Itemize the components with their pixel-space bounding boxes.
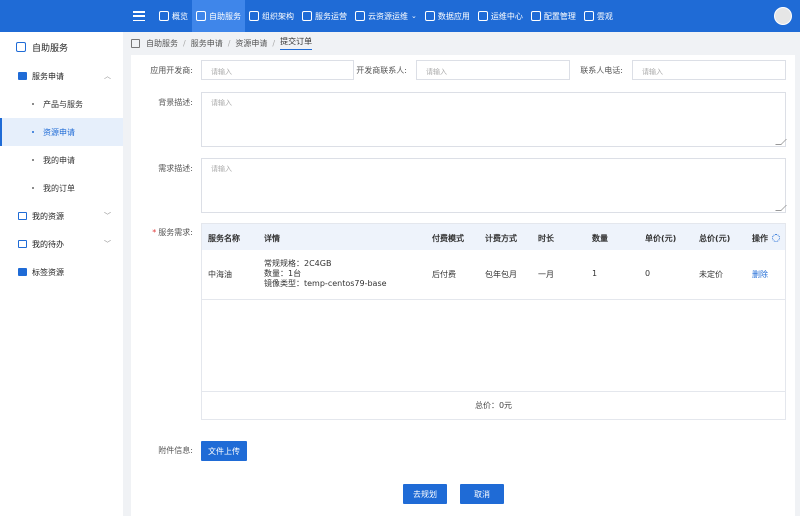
pay-mode-cell: 后付费: [432, 270, 456, 279]
sidebar-group-my-todos[interactable]: 我的待办 ﹀: [0, 230, 123, 258]
resource-icon: [18, 212, 27, 220]
billing-cell: 包年包月: [485, 270, 517, 279]
cloud-icon: [355, 11, 365, 21]
sidebar-group-my-resources[interactable]: 我的资源 ﹀: [0, 202, 123, 230]
col-header: 时长: [538, 234, 554, 243]
service-req-label: * 服务需求:: [152, 228, 193, 237]
main-nav: 概览 自助服务 组织架构 服务运营 云资源运维 ⌄ 数据应用 运维中心 配置管理 …: [155, 0, 617, 32]
app-developer-label: 应用开发商:: [150, 66, 193, 75]
sidebar-group-service-apply[interactable]: 服务申请 ︿: [0, 62, 123, 90]
nav-item-org[interactable]: 组织架构: [245, 0, 298, 32]
breadcrumb-item[interactable]: 自助服务: [146, 38, 178, 49]
chevron-down-icon: ⌄: [411, 12, 417, 20]
bullet-icon: [32, 103, 34, 105]
col-header: 详情: [264, 234, 280, 243]
nav-item-cloud-ops[interactable]: 云资源运维 ⌄: [351, 0, 421, 32]
bullet-icon: [32, 187, 34, 189]
background-label: 背景描述:: [158, 98, 193, 107]
sidebar-title: 自助服务: [0, 32, 123, 62]
chevron-up-icon: ︿: [104, 72, 111, 80]
resize-handle-icon[interactable]: [775, 139, 787, 145]
file-upload-button[interactable]: 文件上传: [201, 441, 247, 461]
sidebar: 自助服务 服务申请 ︿ 产品与服务 资源申请 我的申请 我的订单 我的资源 ﹀ 我的…: [0, 32, 123, 516]
nav-item-view[interactable]: 雲观: [580, 0, 617, 32]
col-header: 数量: [592, 234, 608, 243]
monitor-icon: [477, 11, 488, 21]
sidebar-item-resource-apply[interactable]: 资源申请: [0, 118, 123, 146]
order-form: 应用开发商: 请输入 开发商联系人: 请输入 联系人电话: 请输入 背景描述: …: [131, 55, 795, 516]
service-table: 服务名称 详情 付费模式 计费方式 时长 数量 单价(元) 总价(元) 操作 中…: [201, 223, 786, 420]
gear-icon[interactable]: [772, 234, 780, 242]
total-price-cell: 未定价: [699, 270, 723, 279]
col-header: 总价(元): [699, 234, 731, 243]
nav-item-ops-center[interactable]: 运维中心: [474, 0, 527, 32]
sidebar-group-tag-resources[interactable]: 标签资源: [0, 258, 123, 286]
quantity-cell: 1: [592, 269, 598, 278]
image-icon: [302, 11, 312, 21]
col-header: 单价(元): [645, 234, 677, 243]
detail-line: 镜像类型：temp-centos79-base: [264, 279, 387, 288]
chevron-down-icon: ﹀: [104, 240, 111, 248]
table-total: 总价：0元: [202, 391, 785, 419]
tag-icon: [18, 268, 27, 276]
grid-icon: [583, 11, 594, 21]
bullet-icon: [32, 159, 34, 161]
breadcrumb-item[interactable]: 资源申请: [235, 38, 267, 49]
col-header: 服务名称: [208, 234, 240, 243]
nav-item-operations[interactable]: 服务运营: [298, 0, 351, 32]
cube-icon: [249, 11, 259, 21]
contact-phone-input[interactable]: 请输入: [632, 60, 786, 80]
dev-contact-input[interactable]: 请输入: [416, 60, 570, 80]
app-developer-input[interactable]: 请输入: [201, 60, 354, 80]
sidebar-item-my-orders[interactable]: 我的订单: [0, 174, 123, 202]
top-navbar: 概览 自助服务 组织架构 服务运营 云资源运维 ⌄ 数据应用 运维中心 配置管理 …: [0, 0, 800, 32]
resize-handle-icon[interactable]: [775, 205, 787, 211]
avatar[interactable]: [774, 7, 792, 25]
col-header: 计费方式: [485, 234, 517, 243]
requirement-textarea[interactable]: 请输入: [201, 158, 787, 213]
background-textarea[interactable]: 请输入: [201, 92, 787, 147]
user-icon: [196, 11, 206, 21]
bar-chart-icon: [424, 11, 435, 21]
bullet-icon: [32, 131, 34, 133]
requirement-label: 需求描述:: [158, 164, 193, 173]
cancel-button[interactable]: 取消: [460, 484, 504, 504]
sidebar-item-products[interactable]: 产品与服务: [0, 90, 123, 118]
chevron-down-icon: ﹀: [104, 212, 111, 220]
nav-item-self-service[interactable]: 自助服务: [192, 0, 245, 32]
home-icon: [159, 11, 169, 21]
envelope-icon: [18, 72, 27, 80]
nav-item-overview[interactable]: 概览: [155, 0, 192, 32]
sidebar-item-my-applications[interactable]: 我的申请: [0, 146, 123, 174]
breadcrumb-current: 提交订单: [280, 36, 313, 50]
settings-icon: [530, 11, 541, 21]
home-icon[interactable]: [131, 38, 140, 48]
col-header: 付费模式: [432, 234, 464, 243]
breadcrumb-item[interactable]: 服务申请: [191, 38, 223, 49]
clipboard-icon: [18, 240, 27, 248]
service-name-cell: 中海油: [208, 270, 232, 279]
nav-item-config[interactable]: 配置管理: [527, 0, 580, 32]
menu-toggle-icon[interactable]: [133, 11, 145, 21]
table-header: 服务名称 详情 付费模式 计费方式 时长 数量 单价(元) 总价(元) 操作: [202, 224, 785, 250]
user-icon: [16, 42, 26, 52]
breadcrumb: 自助服务 / 服务申请 / 资源申请 / 提交订单: [131, 34, 313, 52]
unit-price-cell: 0: [645, 269, 651, 278]
duration-cell: 一月: [538, 270, 554, 279]
table-row: 中海油 常规规格：2C4GB 数量：1台 镜像类型：temp-centos79-…: [202, 250, 785, 300]
delete-link[interactable]: 删除: [752, 269, 768, 280]
attachment-label: 附件信息:: [158, 446, 193, 455]
col-header: 操作: [752, 234, 768, 243]
contact-phone-label: 联系人电话:: [580, 66, 623, 75]
nav-item-data-apps[interactable]: 数据应用: [421, 0, 474, 32]
dev-contact-label: 开发商联系人:: [356, 66, 407, 75]
plan-button[interactable]: 去规划: [403, 484, 447, 504]
